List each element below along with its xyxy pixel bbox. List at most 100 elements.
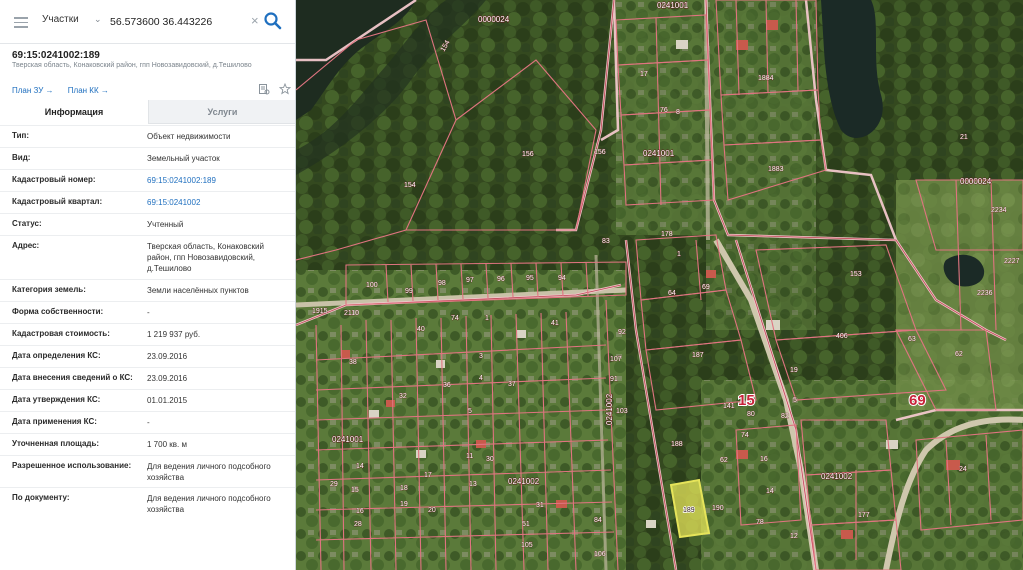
tab-info[interactable]: Информация <box>0 100 148 124</box>
satellite-map[interactable]: 154 154 156 156 178 83 1 64 69 153 187 1… <box>296 0 1023 570</box>
info-label: Кадастровый номер: <box>12 175 96 184</box>
parcel-label: 95 <box>526 275 534 282</box>
info-row: Статус: Учтенный <box>0 213 295 235</box>
parcel-label: 28 <box>354 521 362 528</box>
search-input[interactable] <box>110 13 250 31</box>
star-icon[interactable] <box>278 82 291 95</box>
object-type-select[interactable]: Участки ⌄ <box>42 14 104 30</box>
parcel-label: 190 <box>712 505 724 512</box>
parcel-label: 64 <box>668 290 676 297</box>
cadastral-number-link[interactable]: 69:15:0241002:189 <box>147 175 285 186</box>
info-value: Тверская область, Конаковский район, гпп… <box>147 242 264 273</box>
map-view[interactable]: 154 154 156 156 178 83 1 64 69 153 187 1… <box>296 0 1023 570</box>
parcel-label: 2236 <box>977 290 993 297</box>
parcel-label: 5 <box>793 397 797 404</box>
parcel-label: 30 <box>486 456 494 463</box>
info-value: - <box>147 308 150 317</box>
info-row: Форма собственности: - <box>0 301 295 323</box>
info-label: Уточненная площадь: <box>12 439 100 448</box>
parcel-label: 2227 <box>1004 258 1020 265</box>
info-label: Дата внесения сведений о КС: <box>12 373 133 382</box>
info-value: 1 219 937 руб. <box>147 330 201 339</box>
parcel-label: 69 <box>702 284 710 291</box>
info-label: Тип: <box>12 131 29 140</box>
info-row: Кадастровый квартал: 69:15:0241002 <box>0 191 295 213</box>
district-label: 15 <box>738 392 755 409</box>
region-label: 69 <box>909 392 926 409</box>
search-icon <box>264 12 282 30</box>
parcel-label: 91 <box>610 376 618 383</box>
parcel-label: 37 <box>508 381 516 388</box>
parcel-label: 106 <box>594 551 606 558</box>
parcel-label: 1915 <box>312 308 328 315</box>
info-label: Кадастровый квартал: <box>12 197 103 206</box>
info-row: Разрешенное использование: Для ведения л… <box>0 455 295 487</box>
parcel-label: 92 <box>618 329 626 336</box>
info-value: Для ведения личного подсобного хозяйства <box>147 462 271 482</box>
parcel-label: 105 <box>521 542 533 549</box>
info-label: Разрешенное использование: <box>12 461 132 470</box>
search-button[interactable] <box>263 10 283 32</box>
parcel-label: 96 <box>497 276 505 283</box>
parcel-label: 99 <box>405 288 413 295</box>
parcel-label: 19 <box>790 367 798 374</box>
parcel-label: 11 <box>466 453 473 460</box>
quarter-label: 0241001 <box>643 149 675 158</box>
panel-tabs: Информация Услуги <box>0 100 295 124</box>
parcel-label: 4 <box>479 375 483 382</box>
cadastral-quarter-link[interactable]: 69:15:0241002 <box>147 197 285 208</box>
parcel-label: 84 <box>594 517 602 524</box>
info-row: Кадастровая стоимость: 1 219 937 руб. <box>0 323 295 345</box>
parcel-label: 1883 <box>768 166 784 173</box>
parcel-label: 74 <box>741 432 749 439</box>
parcel-label: 38 <box>349 359 357 366</box>
menu-icon[interactable] <box>13 14 29 30</box>
info-row: Уточненная площадь: 1 700 кв. м <box>0 433 295 455</box>
quarter-label: 0000024 <box>960 177 992 186</box>
parcel-label: 80 <box>747 411 755 418</box>
info-label: Дата определения КС: <box>12 351 101 360</box>
parcel-label: 5 <box>468 408 472 415</box>
parcel-label: 63 <box>908 336 916 343</box>
parcel-label: 20 <box>428 507 436 514</box>
info-value: Земли населённых пунктов <box>147 286 249 295</box>
info-label: Статус: <box>12 219 42 228</box>
parcel-label: 17 <box>640 71 648 78</box>
parcel-label: 51 <box>522 521 530 528</box>
info-label: Кадастровая стоимость: <box>12 329 110 338</box>
parcel-label: 1884 <box>758 75 774 82</box>
tab-services[interactable]: Услуги <box>148 100 295 124</box>
clear-icon[interactable]: × <box>251 13 259 28</box>
parcel-label: 178 <box>661 231 673 238</box>
parcel-label: 406 <box>836 333 848 340</box>
quarter-label: 0241002 <box>508 477 540 486</box>
parcel-label: 62 <box>955 351 963 358</box>
info-label: Адрес: <box>12 241 40 250</box>
parcel-label: 177 <box>858 512 870 519</box>
parcel-label: 156 <box>594 149 606 156</box>
print-icon[interactable] <box>258 83 270 95</box>
plan-zu-link[interactable]: План ЗУ → <box>12 86 54 95</box>
parcel-label: 100 <box>366 282 378 289</box>
parcel-label: 2110 <box>344 310 359 317</box>
info-label: Категория земель: <box>12 285 86 294</box>
info-row: Дата внесения сведений о КС: 23.09.2016 <box>0 367 295 389</box>
parcel-label: 78 <box>756 519 764 526</box>
plan-kk-link[interactable]: План КК → <box>68 86 109 95</box>
parcel-label: 16 <box>356 508 364 515</box>
info-row: Дата определения КС: 23.09.2016 <box>0 345 295 367</box>
parcel-label: 29 <box>330 481 338 488</box>
plan-links: План ЗУ → План КК → <box>12 86 121 95</box>
parcel-label: 13 <box>469 481 477 488</box>
info-row: Тип: Объект недвижимости <box>0 125 295 147</box>
parcel-label: 8 <box>676 109 680 116</box>
info-value: 23.09.2016 <box>147 374 188 383</box>
parcel-label: 16 <box>760 456 768 463</box>
info-panel: Участки ⌄ × 69:15:0241002:189 Тверская о… <box>0 0 296 570</box>
info-value: Объект недвижимости <box>147 132 231 141</box>
info-row: Вид: Земельный участок <box>0 147 295 169</box>
quarter-label: 0241002 <box>605 393 614 425</box>
info-row: Адрес: Тверская область, Конаковский рай… <box>0 235 295 279</box>
cadastral-number-title: 69:15:0241002:189 <box>12 50 100 61</box>
parcel-label: 188 <box>671 441 683 448</box>
